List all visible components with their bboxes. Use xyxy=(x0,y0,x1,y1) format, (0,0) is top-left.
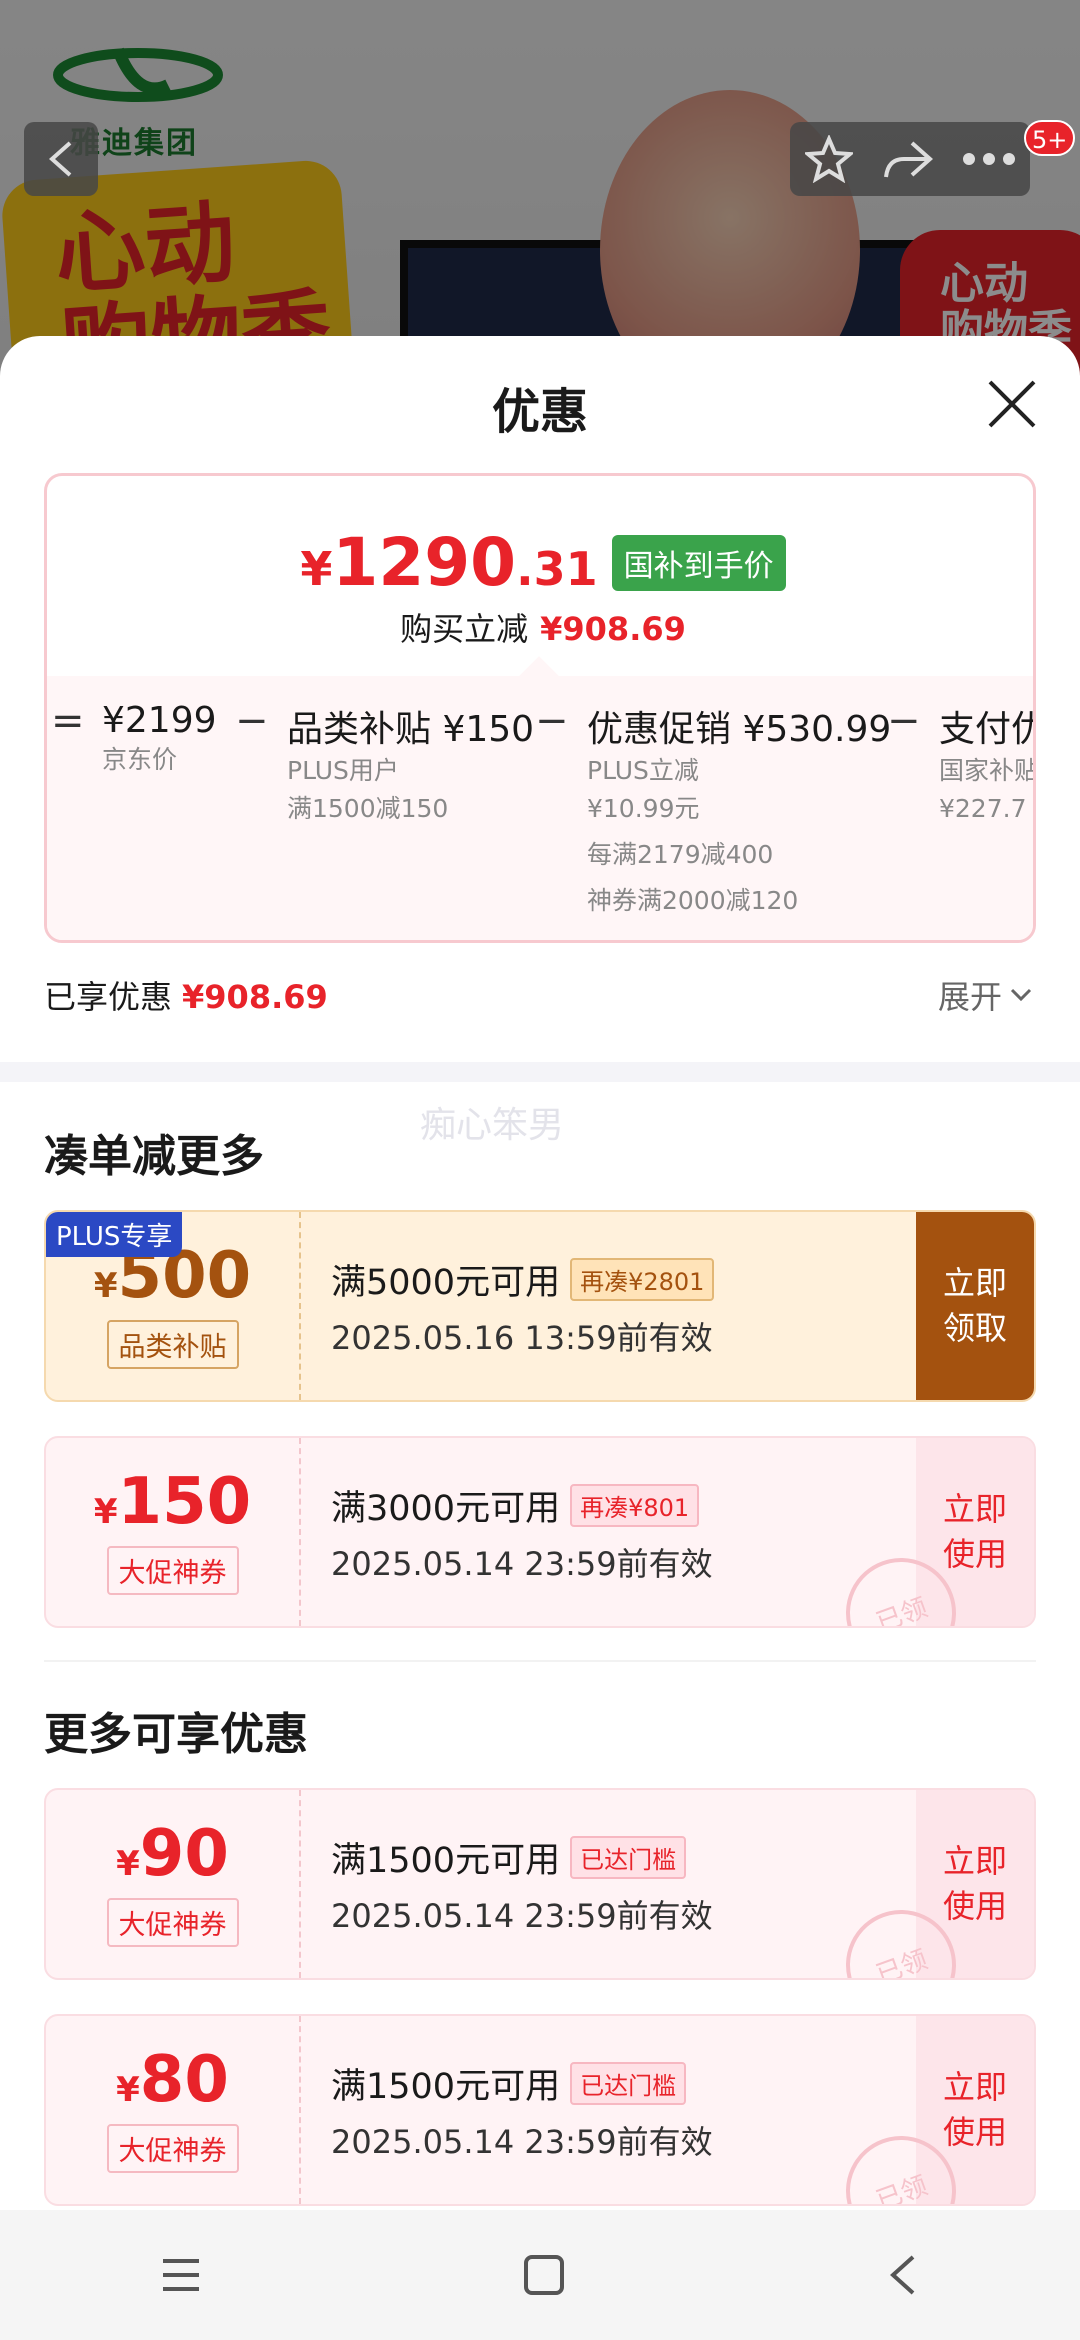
coupon-type-tag: 品类补贴 xyxy=(106,1319,239,1369)
message-count-badge: 5+ xyxy=(1024,120,1076,156)
claim-coupon-button[interactable]: 立即 领取 xyxy=(916,1212,1034,1400)
home-icon[interactable] xyxy=(520,2251,568,2299)
section-title-more-discounts: 更多可享优惠 xyxy=(44,1709,308,1760)
enjoyed-discount: 已享优惠 ¥908.69 xyxy=(44,978,328,1016)
price-breakdown[interactable]: = ¥2199 京东价 − 品类补贴 ¥150 PLUS用户 满1500减150… xyxy=(47,676,1036,940)
coupon-amount-area: ¥150 大促神券 xyxy=(46,1438,301,1626)
breakdown-item: 优惠促销 ¥530.99 PLUS立减 ¥10.99元 每满2179减400 神… xyxy=(587,709,892,915)
section-divider xyxy=(0,1062,1080,1082)
coupon-card: ¥150 大促神券 满3000元可用 再凑¥801 2025.05.14 23:5… xyxy=(44,1436,1036,1628)
coupon-details: 满3000元可用 再凑¥801 2025.05.14 23:59前有效 xyxy=(301,1438,916,1626)
coupon-card: ¥80 大促神券 满1500元可用 已达门槛 2025.05.14 23:59前有… xyxy=(44,2014,1036,2206)
coupon-details: 满1500元可用 已达门槛 2025.05.14 23:59前有效 xyxy=(301,2016,916,2204)
coupon-card: ¥90 大促神券 满1500元可用 已达门槛 2025.05.14 23:59前有… xyxy=(44,1788,1036,1980)
operator: − xyxy=(535,698,569,744)
coupon-condition: 满1500元可用 已达门槛 xyxy=(331,1832,916,1883)
price-summary-card: ¥ 1290 .31 国补到手价 购买立减 ¥908.69 = ¥2199 京东价… xyxy=(44,473,1036,943)
coupon-details: 满5000元可用 再凑¥2801 2025.05.16 13:59前有效 xyxy=(301,1212,916,1400)
section-title-more-savings: 凑单减更多 xyxy=(44,1131,264,1182)
coupon-details: 满1500元可用 已达门槛 2025.05.14 23:59前有效 xyxy=(301,1790,916,1978)
more-icon[interactable] xyxy=(963,153,1016,165)
close-button[interactable] xyxy=(980,372,1044,436)
reduce-summary: 购买立减 ¥908.69 xyxy=(400,610,686,648)
plus-exclusive-tag: PLUS专享 xyxy=(46,1212,183,1257)
coupon-validity: 2025.05.16 13:59前有效 xyxy=(331,1318,713,1357)
close-icon xyxy=(988,380,1036,428)
coupon-card: PLUS专享 ¥500 品类补贴 满5000元可用 再凑¥2801 2025.05… xyxy=(44,1210,1036,1402)
final-price: ¥ 1290 .31 国补到手价 xyxy=(47,524,1033,601)
chevron-down-icon xyxy=(1010,988,1032,1002)
coupon-condition: 满1500元可用 已达门槛 xyxy=(331,2058,916,2109)
expand-button[interactable]: 展开 xyxy=(938,972,1032,1018)
coupon-validity: 2025.05.14 23:59前有效 xyxy=(331,2122,713,2161)
coupon-amount: ¥90 xyxy=(116,1816,229,1891)
menu-icon[interactable] xyxy=(157,2253,205,2297)
price-type-tag: 国补到手价 xyxy=(611,534,786,591)
chevron-left-icon xyxy=(48,141,72,177)
watermark-text: 痴心笨男 xyxy=(420,1105,565,1146)
coupon-amount: ¥150 xyxy=(93,1464,252,1539)
back-button[interactable] xyxy=(24,122,98,196)
coupon-condition: 满3000元可用 再凑¥801 xyxy=(331,1480,916,1531)
sheet-title: 优惠 xyxy=(491,384,588,440)
coupon-type-tag: 大促神券 xyxy=(106,2123,239,2173)
breakdown-item: 品类补贴 ¥150 PLUS用户 满1500减150 xyxy=(287,709,535,823)
coupon-status-chip: 已达门槛 xyxy=(570,1835,687,1879)
coupon-amount: ¥80 xyxy=(116,2042,229,2117)
breakdown-item: ¥2199 京东价 xyxy=(102,700,217,774)
coupon-validity: 2025.05.14 23:59前有效 xyxy=(331,1544,713,1583)
coupon-amount-area: ¥90 大促神券 xyxy=(46,1790,301,1978)
discount-sheet: 优惠 ¥ 1290 .31 国补到手价 购买立减 ¥908.69 = ¥2199 … xyxy=(0,336,1080,2210)
operator: = xyxy=(51,698,85,744)
system-nav-bar xyxy=(0,2210,1080,2340)
top-action-group xyxy=(790,122,1030,196)
star-icon[interactable] xyxy=(804,135,853,183)
share-icon[interactable] xyxy=(882,137,934,181)
coupon-condition: 满5000元可用 再凑¥2801 xyxy=(331,1254,916,1305)
coupon-validity: 2025.05.14 23:59前有效 xyxy=(331,1896,713,1935)
back-icon[interactable] xyxy=(883,2251,923,2299)
operator: − xyxy=(887,698,921,744)
coupon-status-chip: 已达门槛 xyxy=(570,2061,687,2105)
breakdown-item: 支付优 国家补贴 ¥227.7 xyxy=(939,709,1036,823)
coupon-type-tag: 大促神券 xyxy=(106,1545,239,1595)
coupon-status-chip: 再凑¥801 xyxy=(570,1483,700,1527)
coupon-type-tag: 大促神券 xyxy=(106,1897,239,1947)
operator: − xyxy=(235,698,269,744)
coupon-status-chip: 再凑¥2801 xyxy=(570,1257,715,1301)
divider xyxy=(44,1660,1036,1662)
coupon-amount-area: ¥80 大促神券 xyxy=(46,2016,301,2204)
